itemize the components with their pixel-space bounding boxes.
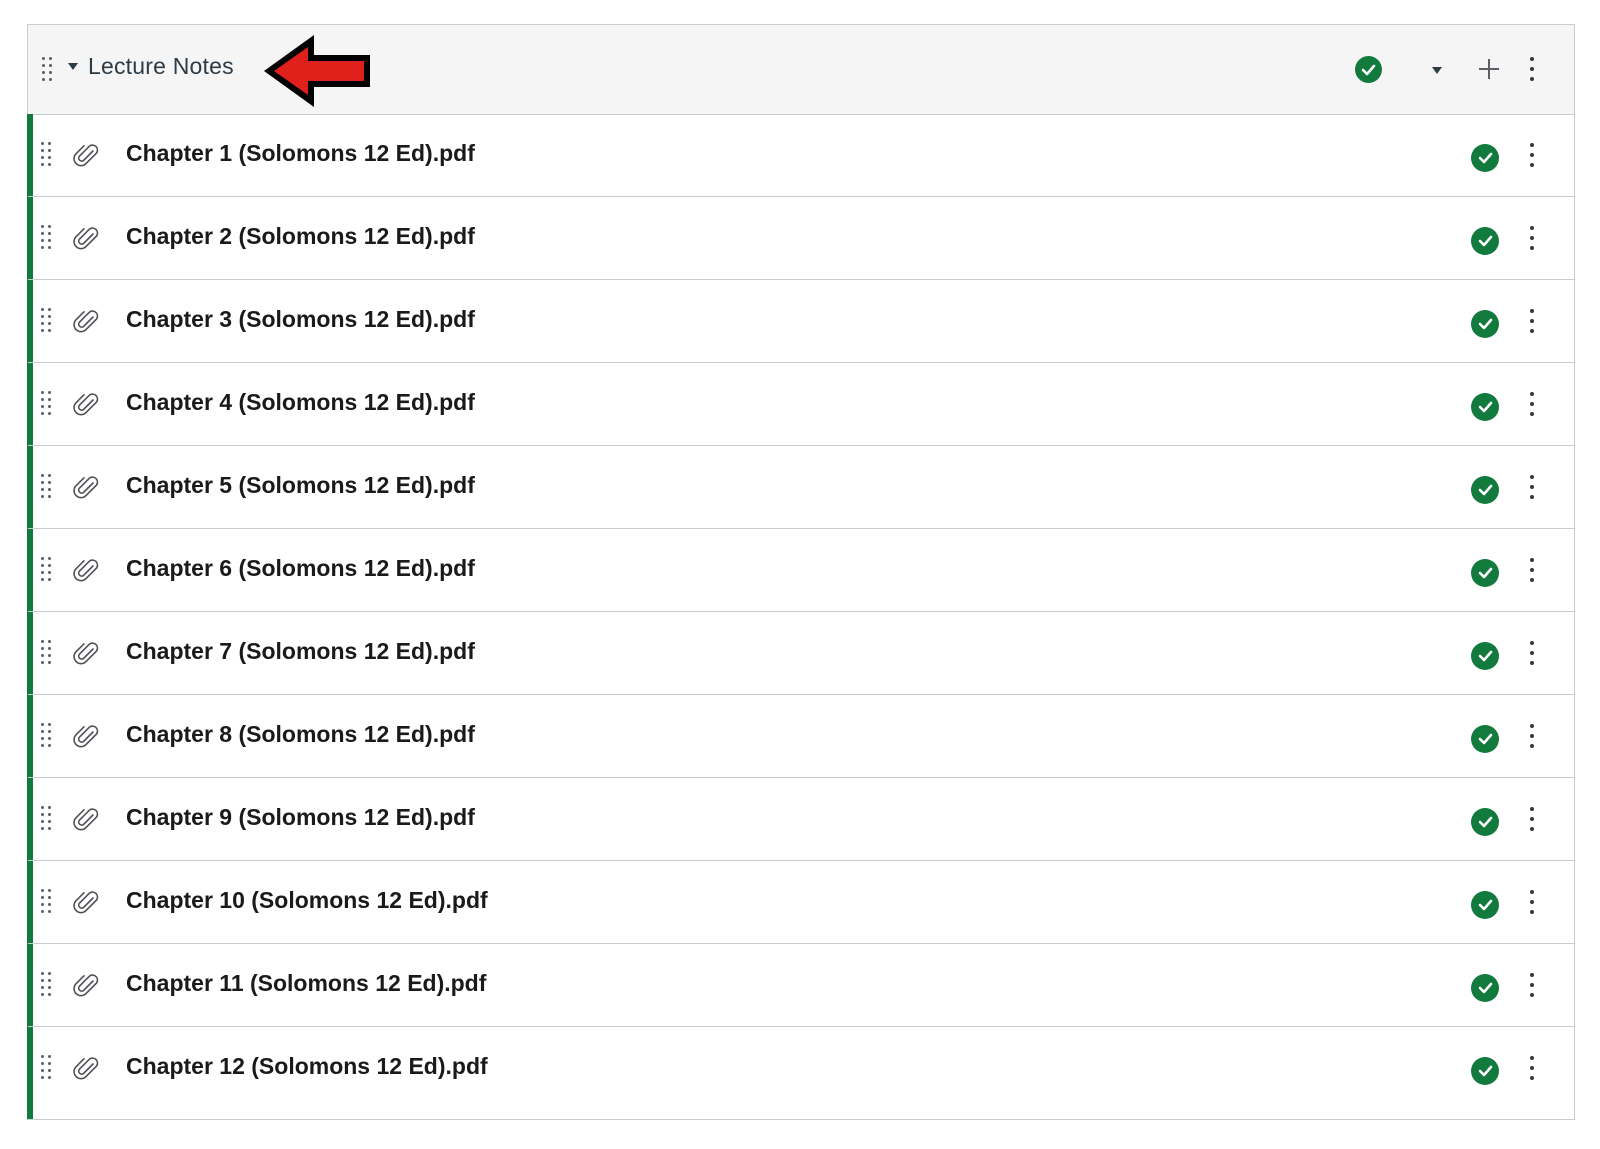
item-title[interactable]: Chapter 8 (Solomons 12 Ed).pdf — [126, 721, 475, 748]
plus-icon[interactable] — [1478, 58, 1500, 80]
drag-handle-icon[interactable] — [41, 806, 51, 830]
paperclip-icon — [73, 642, 99, 665]
drag-handle-icon[interactable] — [41, 308, 51, 332]
item-title[interactable]: Chapter 5 (Solomons 12 Ed).pdf — [126, 472, 475, 499]
paperclip-icon — [73, 974, 99, 997]
module-header[interactable]: Lecture Notes — [28, 25, 1574, 115]
kebab-menu-icon[interactable] — [1529, 1056, 1535, 1080]
item-title[interactable]: Chapter 9 (Solomons 12 Ed).pdf — [126, 804, 475, 831]
paperclip-icon — [73, 310, 99, 333]
annotation-arrow-icon — [264, 35, 370, 107]
module-item-8[interactable]: Chapter 8 (Solomons 12 Ed).pdf — [28, 695, 1574, 778]
item-title[interactable]: Chapter 1 (Solomons 12 Ed).pdf — [126, 140, 475, 167]
drag-handle-icon[interactable] — [41, 557, 51, 581]
check-circle-icon[interactable] — [1471, 310, 1499, 338]
kebab-menu-icon[interactable] — [1529, 226, 1535, 250]
module-items-list: Chapter 1 (Solomons 12 Ed).pdf Chapter 2… — [27, 114, 1574, 1119]
publish-menu-caret-icon[interactable] — [1432, 67, 1442, 74]
kebab-menu-icon[interactable] — [1529, 641, 1535, 665]
module-item-3[interactable]: Chapter 3 (Solomons 12 Ed).pdf — [28, 280, 1574, 363]
module-item-9[interactable]: Chapter 9 (Solomons 12 Ed).pdf — [28, 778, 1574, 861]
drag-handle-icon[interactable] — [41, 1055, 51, 1079]
caret-down-icon[interactable] — [68, 63, 78, 70]
item-title[interactable]: Chapter 11 (Solomons 12 Ed).pdf — [126, 970, 486, 997]
kebab-menu-icon[interactable] — [1529, 558, 1535, 582]
item-title[interactable]: Chapter 6 (Solomons 12 Ed).pdf — [126, 555, 475, 582]
drag-handle-icon[interactable] — [41, 972, 51, 996]
check-circle-icon[interactable] — [1471, 476, 1499, 504]
kebab-menu-icon[interactable] — [1529, 475, 1535, 499]
module-item-11[interactable]: Chapter 11 (Solomons 12 Ed).pdf — [28, 944, 1574, 1027]
check-circle-icon[interactable] — [1471, 808, 1499, 836]
drag-handle-icon[interactable] — [42, 57, 52, 81]
paperclip-icon — [73, 476, 99, 499]
module-item-1[interactable]: Chapter 1 (Solomons 12 Ed).pdf — [28, 114, 1574, 197]
check-circle-icon[interactable] — [1471, 642, 1499, 670]
module-item-4[interactable]: Chapter 4 (Solomons 12 Ed).pdf — [28, 363, 1574, 446]
paperclip-icon — [73, 808, 99, 831]
check-circle-icon[interactable] — [1471, 891, 1499, 919]
paperclip-icon — [73, 891, 99, 914]
check-circle-icon[interactable] — [1471, 144, 1499, 172]
kebab-menu-icon[interactable] — [1529, 973, 1535, 997]
item-title[interactable]: Chapter 10 (Solomons 12 Ed).pdf — [126, 887, 488, 914]
check-circle-icon[interactable] — [1471, 974, 1499, 1002]
kebab-menu-icon[interactable] — [1529, 143, 1535, 167]
module-item-6[interactable]: Chapter 6 (Solomons 12 Ed).pdf — [28, 529, 1574, 612]
kebab-menu-icon[interactable] — [1529, 807, 1535, 831]
item-title[interactable]: Chapter 2 (Solomons 12 Ed).pdf — [126, 223, 475, 250]
check-circle-icon[interactable] — [1471, 393, 1499, 421]
module-title[interactable]: Lecture Notes — [88, 53, 234, 80]
paperclip-icon — [73, 227, 99, 250]
kebab-menu-icon[interactable] — [1529, 392, 1535, 416]
module-lecture-notes: Lecture Notes Chapter 1 (Solomons 12 Ed)… — [27, 24, 1575, 1120]
item-title[interactable]: Chapter 4 (Solomons 12 Ed).pdf — [126, 389, 475, 416]
kebab-menu-icon[interactable] — [1529, 309, 1535, 333]
item-title[interactable]: Chapter 3 (Solomons 12 Ed).pdf — [126, 306, 475, 333]
check-circle-icon[interactable] — [1355, 56, 1382, 83]
drag-handle-icon[interactable] — [41, 640, 51, 664]
item-title[interactable]: Chapter 7 (Solomons 12 Ed).pdf — [126, 638, 475, 665]
drag-handle-icon[interactable] — [41, 474, 51, 498]
module-item-5[interactable]: Chapter 5 (Solomons 12 Ed).pdf — [28, 446, 1574, 529]
check-circle-icon[interactable] — [1471, 559, 1499, 587]
drag-handle-icon[interactable] — [41, 142, 51, 166]
module-item-2[interactable]: Chapter 2 (Solomons 12 Ed).pdf — [28, 197, 1574, 280]
kebab-menu-icon[interactable] — [1529, 57, 1535, 81]
check-circle-icon[interactable] — [1471, 725, 1499, 753]
paperclip-icon — [73, 725, 99, 748]
drag-handle-icon[interactable] — [41, 391, 51, 415]
drag-handle-icon[interactable] — [41, 723, 51, 747]
drag-handle-icon[interactable] — [41, 225, 51, 249]
paperclip-icon — [73, 144, 99, 167]
module-item-12[interactable]: Chapter 12 (Solomons 12 Ed).pdf — [28, 1027, 1574, 1110]
kebab-menu-icon[interactable] — [1529, 890, 1535, 914]
module-item-7[interactable]: Chapter 7 (Solomons 12 Ed).pdf — [28, 612, 1574, 695]
drag-handle-icon[interactable] — [41, 889, 51, 913]
item-title[interactable]: Chapter 12 (Solomons 12 Ed).pdf — [126, 1053, 488, 1080]
check-circle-icon[interactable] — [1471, 227, 1499, 255]
check-circle-icon[interactable] — [1471, 1057, 1499, 1085]
paperclip-icon — [73, 559, 99, 582]
paperclip-icon — [73, 1057, 99, 1080]
paperclip-icon — [73, 393, 99, 416]
module-item-10[interactable]: Chapter 10 (Solomons 12 Ed).pdf — [28, 861, 1574, 944]
kebab-menu-icon[interactable] — [1529, 724, 1535, 748]
